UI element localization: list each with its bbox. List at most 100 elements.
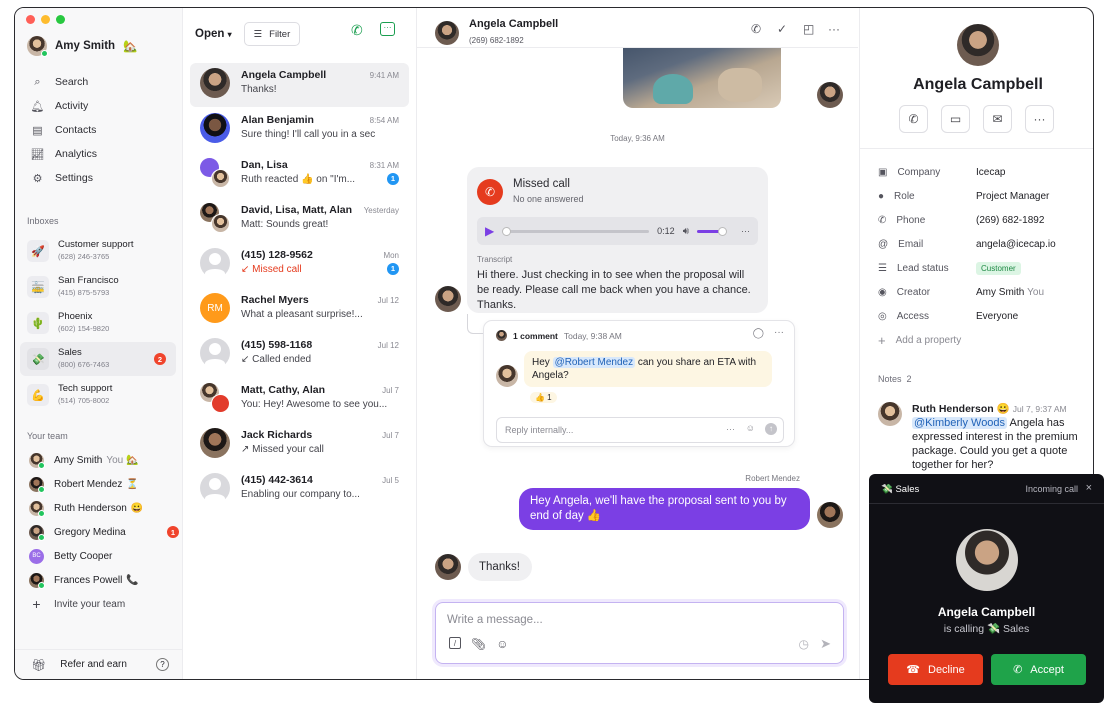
check-icon[interactable]: ✓	[777, 22, 787, 36]
bell-icon: 🔔︎	[30, 100, 45, 113]
inbox-customer-support[interactable]: 🚀 Customer support (628) 246-3765	[20, 234, 176, 268]
conversation-item[interactable]: Matt, Cathy, Alan Jul 7 You: Hey! Awesome …	[190, 378, 409, 422]
current-user[interactable]: Amy Smith 🏡	[27, 36, 137, 57]
phone-icon[interactable]: ✆	[751, 22, 761, 36]
conversation-item[interactable]: (415) 128-9562 Mon ↙ Missed call 1	[190, 243, 409, 287]
message-input[interactable]: Write a message...	[447, 614, 543, 626]
refer-and-earn[interactable]: 🎁︎ Refer and earn?	[15, 649, 183, 679]
more-icon[interactable]: ···	[828, 22, 840, 36]
volume-icon[interactable]: 🔊︎	[683, 224, 689, 239]
property-row[interactable]: @ Email angela@icecap.io	[878, 232, 1088, 256]
more-icon[interactable]: ···	[741, 224, 750, 239]
property-row[interactable]: ◎ Access Everyone	[878, 304, 1088, 328]
member-suffix: You 🏡	[106, 454, 139, 466]
nav-analytics[interactable]: 📈︎ Analytics	[31, 142, 98, 166]
play-icon[interactable]: ▶	[485, 224, 494, 239]
conversation-item[interactable]: Jack Richards Jul 7 ↗ Missed your call	[190, 423, 409, 467]
conversation-item[interactable]: Dan, Lisa 8:31 AM Ruth reacted 👍 on "I'm..…	[190, 153, 409, 197]
reply-internal-input[interactable]: Reply internally... ··· ☺ ↑	[496, 417, 784, 443]
inbox-tech-support[interactable]: 💪 Tech support (514) 705-8002	[20, 378, 176, 412]
minimize-window-button[interactable]	[41, 15, 50, 24]
team-member[interactable]: Gregory Medina 1	[29, 520, 179, 544]
member-name: Ruth Henderson	[54, 502, 127, 514]
resolve-icon[interactable]: ◯	[753, 328, 764, 339]
incoming-call-popup: 💸 Sales Incoming call × Angela Campbell …	[869, 474, 1104, 703]
conversation-item[interactable]: (415) 598-1168 Jul 12 ↙ Called ended	[190, 333, 409, 377]
property-key: Creator	[896, 286, 931, 298]
team-member[interactable]: Amy Smith You 🏡	[29, 448, 179, 472]
reaction-chip[interactable]: 👍 1	[530, 392, 557, 403]
add-property-button[interactable]: + Add a property	[878, 328, 1088, 352]
message-button[interactable]: ▭	[941, 105, 970, 133]
caller-name: Angela Campbell	[937, 605, 1036, 619]
maximize-window-button[interactable]	[56, 15, 65, 24]
phone-icon[interactable]: ✆	[351, 22, 363, 39]
property-value: (269) 682-1892	[976, 214, 1045, 226]
avatar	[29, 476, 45, 493]
accept-button[interactable]: ✆ Accept	[991, 654, 1086, 685]
nav-label: Contacts	[55, 124, 97, 136]
team-member[interactable]: BC Betty Cooper	[29, 544, 179, 568]
more-button[interactable]: ···	[1025, 105, 1054, 133]
send-icon[interactable]: ➤	[820, 636, 831, 652]
nav-contacts[interactable]: ▤ Contacts	[31, 118, 97, 142]
conversation-item[interactable]: RM Rachel Myers Jul 12 What a pleasant surp…	[190, 288, 409, 332]
more-icon: ···	[1033, 112, 1046, 126]
snooze-icon[interactable]: ◰	[803, 22, 814, 36]
close-window-button[interactable]	[26, 15, 35, 24]
mention[interactable]: @Kimberly Woods	[912, 417, 1008, 429]
property-row[interactable]: ▣ Company Icecap	[878, 160, 1088, 184]
nav-activity[interactable]: 🔔︎ Activity	[31, 94, 97, 118]
decline-button[interactable]: ☎ Decline	[888, 654, 983, 685]
inbox-sales[interactable]: 💸 Sales (800) 676-7463 2	[20, 342, 176, 376]
conversation-preview: ↙ Called ended	[241, 354, 312, 365]
conversation-preview: Ruth reacted 👍 on "I'm...	[241, 174, 356, 185]
message-icon[interactable]: ···	[380, 22, 395, 36]
avatar	[200, 68, 230, 98]
incoming-message: Thanks!	[468, 553, 532, 581]
property-row[interactable]: ◉ Creator Amy Smith You	[878, 280, 1088, 304]
conversation-item[interactable]: (415) 442-3614 Jul 5 Enabling our company …	[190, 468, 409, 512]
conversation-item[interactable]: Angela Campbell 9:41 AM Thanks!	[190, 63, 409, 107]
property-row[interactable]: ● Role Project Manager	[878, 184, 1088, 208]
email-button[interactable]: ✉	[983, 105, 1012, 133]
audio-scrubber[interactable]	[502, 226, 650, 236]
inbox-san-francisco[interactable]: 🚋 San Francisco (415) 875-5793	[20, 270, 176, 304]
help-icon[interactable]: ?	[156, 658, 169, 671]
team-member[interactable]: Frances Powell 📞	[29, 568, 179, 592]
emoji-icon[interactable]: ☺	[746, 423, 755, 433]
team-member[interactable]: Ruth Henderson 😀	[29, 496, 179, 520]
internal-comment-thread: 1 comment Today, 9:38 AM ◯ ··· Hey @Rober…	[483, 320, 795, 447]
open-filter-dropdown[interactable]: Open ▾	[195, 28, 232, 40]
inbox-phoenix[interactable]: 🌵 Phoenix (602) 154-9820	[20, 306, 176, 340]
message-composer[interactable]: Write a message... / 📎︎ ☺ ◷ ➤	[435, 602, 844, 664]
add-property-label: Add a property	[895, 334, 962, 346]
conversation-item[interactable]: Alan Benjamin 8:54 AM Sure thing! I'll cal…	[190, 108, 409, 152]
conversation-item[interactable]: David, Lisa, Matt, Alan Yesterday Matt: So…	[190, 198, 409, 242]
emoji-icon[interactable]: ☺	[496, 637, 508, 651]
filter-label: Filter	[269, 28, 291, 40]
avatar-placeholder	[200, 248, 230, 278]
schedule-icon[interactable]: ◷	[799, 637, 809, 651]
property-row[interactable]: ☰ Lead status Customer	[878, 256, 1088, 280]
call-button[interactable]: ✆	[899, 105, 928, 133]
slash-command-icon[interactable]: /	[449, 637, 461, 649]
conversation-name: Matt, Cathy, Alan	[241, 384, 326, 396]
avatar	[435, 21, 459, 45]
more-icon[interactable]: ···	[726, 424, 735, 434]
sidebar: Amy Smith 🏡 ⌕ Search 🔔︎ Activity ▤ Contacts…	[15, 8, 183, 679]
conversation-preview: What a pleasant surprise!...	[241, 309, 363, 320]
mention[interactable]: @Robert Mendez	[552, 357, 636, 368]
invite-team-button[interactable]: + Invite your team	[29, 592, 179, 616]
shared-image[interactable]	[623, 38, 781, 108]
more-icon[interactable]: ···	[774, 327, 784, 338]
close-icon[interactable]: ×	[1086, 482, 1092, 494]
team-member[interactable]: Robert Mendez ⏳	[29, 472, 179, 496]
property-row[interactable]: ✆ Phone (269) 682-1892	[878, 208, 1088, 232]
nav-settings[interactable]: ⚙ Settings	[31, 166, 97, 190]
attachment-icon[interactable]: 📎︎	[471, 637, 486, 651]
filter-button[interactable]: ☰ Filter	[243, 22, 301, 46]
nav-search[interactable]: ⌕ Search	[31, 70, 97, 94]
volume-slider[interactable]	[697, 226, 727, 236]
send-icon[interactable]: ↑	[765, 423, 777, 435]
